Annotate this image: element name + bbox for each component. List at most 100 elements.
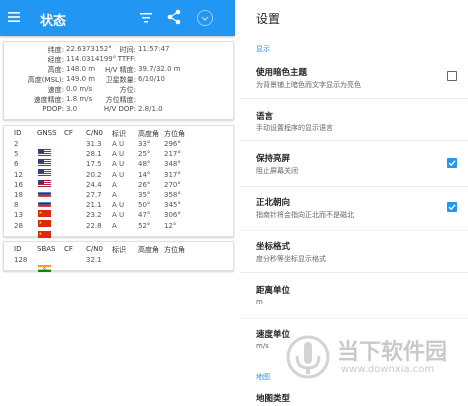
cell-flags: A U [112,201,125,210]
table-row: 13 23.2 A U 47° 306° [4,211,233,228]
us-flag-icon [38,161,51,177]
time-value: 11:57:47 [138,45,170,53]
cell-flags: A U [112,211,125,220]
dark-theme-checkbox[interactable] [447,71,457,81]
position-card: 纬度: 22.6373152° 经度: 114.0314199° 高度: 148… [3,41,234,120]
cell-elev: 14° [138,170,151,179]
setting-keep-screen-on[interactable]: 保持亮屏 阻止屏幕关闭 [240,144,468,184]
status-panel: 状态 纬度: 22.6373152° 经度: 114.0314199° 高度: … [0,0,235,401]
divider [240,98,468,99]
check-icon [448,204,456,211]
sbas-table-card: ID SBAS CF C/N0 标识 高度角 方位角 128 32.1 [3,241,234,272]
cell-cn0: 24.4 [86,180,102,189]
hv-dop-value: 2.8/1.0 [138,105,163,113]
column-header: ID [14,245,22,253]
watermark-url: www.downxia.com [341,364,435,375]
table-row: 8 21.1 A U 50° 345° [4,201,233,218]
cell-id: 6 [14,160,19,169]
satellite-count-value: 6/10/10 [138,75,165,83]
column-header: SBAS [37,245,56,253]
status-app-bar: 状态 [0,0,235,36]
setting-title: 距离单位 [256,286,291,296]
hv-accuracy-value: 39.7/32.0 m [138,65,181,73]
cell-cn0: 21.1 [86,201,102,210]
setting-coordinate-format[interactable]: 坐标格式 度分秒等坐标显示格式 [240,232,468,270]
cell-azim: 296° [164,140,181,148]
setting-title: 正北朝向 [256,198,291,208]
setting-distance-unit[interactable]: 距离单位 m [240,276,468,316]
cell-azim: 348° [164,160,181,169]
true-north-checkbox[interactable] [447,202,457,212]
chevron-down-circle-icon[interactable] [196,9,214,27]
column-header: 高度角 [138,246,159,254]
cn-flag-icon [38,223,51,238]
cell-elev: 47° [138,211,151,220]
us-flag-icon [38,172,51,187]
column-header: C/N0 [86,129,103,137]
keep-screen-on-checkbox[interactable] [447,158,457,168]
altitude-msl-label: 高度(MSL): [27,76,64,84]
cell-id: 2 [14,140,19,148]
bearing-accuracy-label: 方位精度: [105,96,136,104]
setting-subtitle: m [256,298,263,306]
cell-azim: 12° [164,221,177,230]
table-row: 128 32.1 [4,256,233,272]
column-header: 方位角 [164,130,185,138]
cn-flag-icon [38,202,51,218]
cell-cn0: 32.1 [86,256,102,264]
setting-language[interactable]: 语言 手动设置程序的显示语言 [240,102,468,136]
column-header: ID [14,129,22,137]
hv-accuracy-label: H/V 精度: [105,66,136,74]
table-row: 12 20.2 A U 14° 317° [4,170,233,187]
setting-subtitle: 度分秒等坐标显示格式 [256,255,326,263]
cell-flags: A U [112,140,125,148]
cell-elev: 48° [138,160,151,169]
cell-elev: 26° [138,180,151,189]
cell-azim: 270° [164,180,181,189]
cell-azim: 217° [164,150,181,159]
setting-true-north[interactable]: 正北朝向 指南针将会指向正北而不是磁北 [240,188,468,228]
longitude-label: 经度: [47,56,64,64]
page-title: 状态 [40,14,67,29]
column-header: 方位角 [164,246,185,254]
check-icon [448,160,456,167]
cell-id: 8 [14,201,19,210]
menu-icon[interactable] [8,11,20,23]
satellite-count-label: 卫星数量: [105,76,136,84]
speed-label: 速度: [47,86,64,94]
cell-flags: A U [112,150,125,159]
settings-title: 设置 [256,12,281,26]
cell-elev: 50° [138,201,151,210]
divider [240,272,468,273]
cell-azim: 306° [164,211,181,220]
share-icon[interactable] [166,9,182,25]
setting-title: 使用暗色主题 [256,68,308,78]
cell-cn0: 31.3 [86,140,102,148]
pdop-label: PDOP: [42,105,64,113]
gnss-table-card: ID GNSS CF C/N0 标识 高度角 方位角 2 31.3 A U 33° 296° 5 28.1… [3,125,234,238]
filter-icon[interactable] [140,12,152,23]
cell-cn0: 17.5 [86,160,102,169]
table-row: 5 28.1 A U 25° 217° [4,150,233,167]
column-header: GNSS [37,129,57,137]
cell-cn0: 23.2 [86,211,102,220]
setting-map-type[interactable]: 地图类型 [240,386,468,406]
table-row: 18 27.7 A 35° 358° [4,191,233,208]
cell-cn0: 28.1 [86,150,102,159]
ru-flag-icon [37,192,52,208]
cell-azim: 317° [164,170,181,179]
speed-accuracy-label: 速度精度: [33,96,64,104]
altitude-label: 高度: [47,66,64,74]
cell-id: 28 [14,221,23,230]
divider [240,230,468,231]
cell-flags: A [112,180,117,189]
cell-flags: A U [112,170,125,179]
cell-elev: 35° [138,191,151,199]
table-row: 6 17.5 A U 48° 348° [4,160,233,177]
time-label: 时间: [119,46,136,54]
cell-id: 13 [14,211,23,220]
cell-flags: A [112,221,117,230]
setting-dark-theme[interactable]: 使用暗色主题 为背景铺上暗色而文字显示为亮色 [240,58,468,96]
table-row: 16 24.4 A 26° 270° [4,180,233,197]
cell-id: 128 [14,256,28,264]
